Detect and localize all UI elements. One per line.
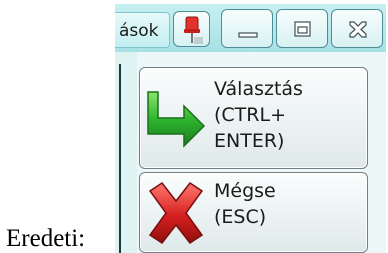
- select-label-line-3: ENTER): [214, 130, 285, 152]
- caption-label: Eredeti:: [6, 225, 86, 252]
- close-icon: [349, 21, 367, 38]
- cancel-button[interactable]: Mégse (ESC): [139, 172, 368, 253]
- divider-line: [119, 64, 121, 253]
- screenshot-root: ások Választás (CTRL+ ENTER) Mégse (ESC)…: [0, 0, 388, 253]
- close-button[interactable]: [331, 9, 383, 48]
- maximize-icon: [294, 21, 311, 37]
- dialog-window: ások Választás (CTRL+ ENTER) Mégse (ESC): [115, 4, 386, 253]
- maximize-button[interactable]: [276, 9, 328, 48]
- cancel-label-line-1: Mégse: [214, 180, 276, 202]
- title-bar: ások: [115, 4, 386, 52]
- cancel-label-line-2: (ESC): [214, 206, 267, 228]
- pin-icon: [184, 16, 203, 44]
- minimize-icon: [238, 32, 258, 38]
- tab-partial[interactable]: ások: [115, 12, 170, 48]
- red-x-icon: [148, 181, 204, 245]
- select-button[interactable]: Választás (CTRL+ ENTER): [139, 67, 368, 169]
- select-button-label: Választás (CTRL+ ENTER): [214, 76, 303, 154]
- select-label-line-1: Választás: [214, 78, 303, 100]
- select-label-line-2: (CTRL+: [214, 104, 286, 126]
- cancel-button-label: Mégse (ESC): [214, 178, 276, 230]
- pin-button[interactable]: [173, 11, 210, 47]
- green-arrow-icon: [147, 91, 206, 148]
- minimize-button[interactable]: [221, 9, 273, 48]
